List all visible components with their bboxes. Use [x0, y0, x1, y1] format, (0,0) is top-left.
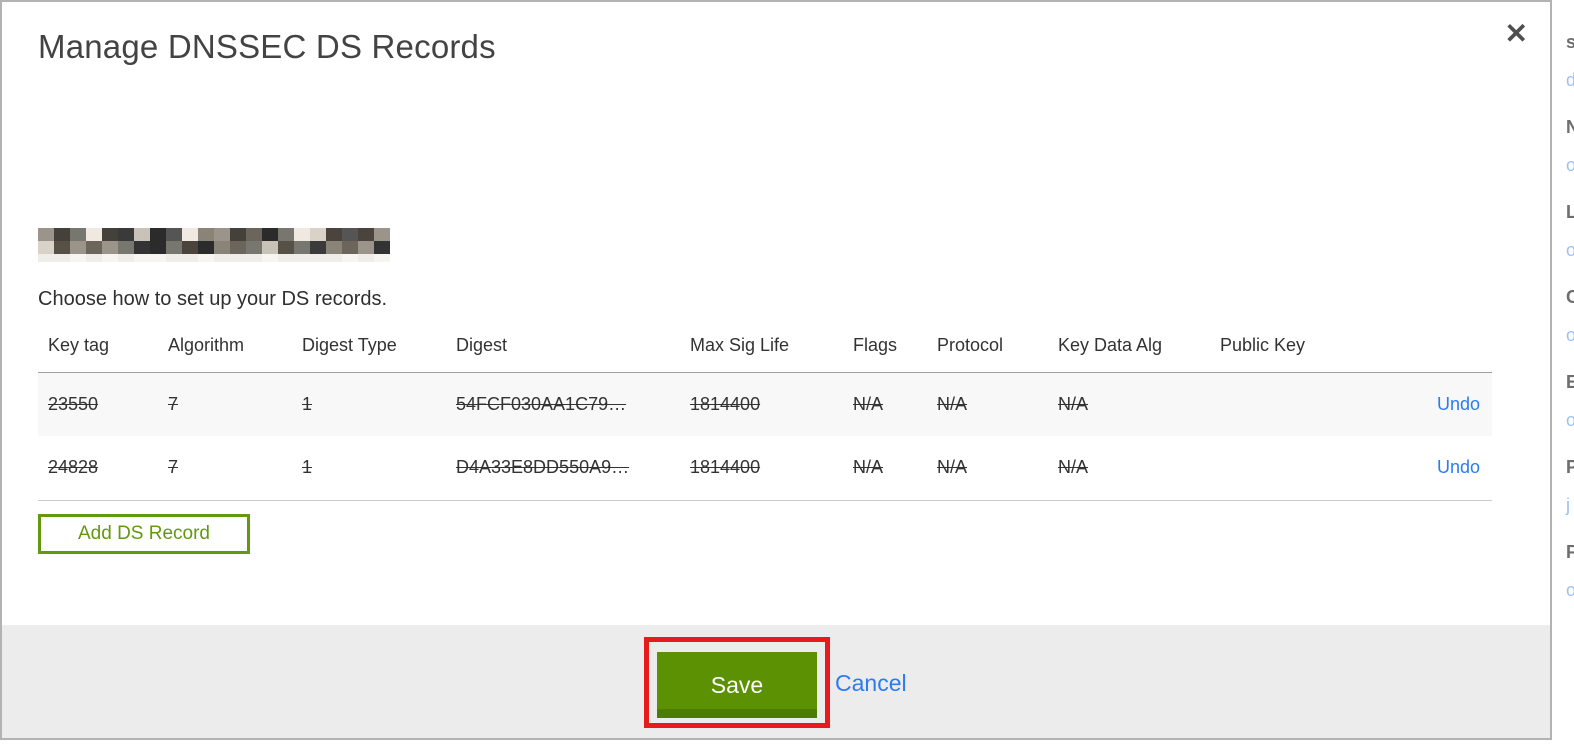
cell-max-sig-life: 1814400: [690, 393, 761, 414]
table-row: 24828 7 1 D4A33E8DD550A9… 1814400 N/A N/…: [38, 436, 1492, 500]
cell-actions: Undo: [1400, 372, 1492, 436]
col-header-key-tag: Key tag: [48, 335, 110, 356]
modal-footer: Save Cancel: [2, 625, 1550, 738]
cell-digest-type: 1: [302, 457, 313, 478]
cell-key-data-alg: N/A: [1058, 393, 1089, 414]
cell-actions: Undo: [1400, 436, 1492, 500]
close-icon[interactable]: ✕: [1505, 20, 1528, 48]
cell-public-key: [1210, 436, 1400, 500]
redacted-domain-name: [38, 228, 390, 262]
cell-key-tag: 23550: [48, 393, 99, 414]
col-header-public-key: Public Key: [1220, 335, 1306, 356]
col-header-digest-type: Digest Type: [302, 335, 397, 356]
col-header-actions: [1400, 326, 1492, 372]
cell-key-data-alg: N/A: [1058, 457, 1089, 478]
cell-flags: N/A: [853, 393, 884, 414]
add-ds-record-button[interactable]: Add DS Record: [38, 514, 250, 554]
red-highlight-annotation: Save: [644, 637, 830, 728]
cell-algorithm: 7: [168, 393, 179, 414]
ds-records-table: Key tag Algorithm Digest Type Digest Max…: [38, 326, 1492, 501]
save-button[interactable]: Save: [657, 652, 817, 718]
intro-text: Choose how to set up your DS records.: [38, 288, 388, 310]
table-row: 23550 7 1 54FCF030AA1C79… 1814400 N/A N/…: [38, 372, 1492, 436]
modal-title: Manage DNSSEC DS Records: [38, 28, 496, 65]
manage-dnssec-modal: Manage DNSSEC DS Records ✕ Choose how to…: [0, 0, 1552, 740]
background-page-edge: sdNoLoCoEoPjFo: [1554, 0, 1574, 746]
ds-records-table-wrap: Key tag Algorithm Digest Type Digest Max…: [38, 326, 1492, 501]
cell-algorithm: 7: [168, 457, 179, 478]
undo-link[interactable]: Undo: [1437, 457, 1480, 477]
cell-flags: N/A: [853, 457, 884, 478]
col-header-max-sig-life: Max Sig Life: [690, 335, 790, 356]
col-header-digest: Digest: [456, 335, 508, 356]
screen: { "modal": { "title": "Manage DNSSEC DS …: [0, 0, 1574, 746]
col-header-algorithm: Algorithm: [168, 335, 245, 356]
col-header-flags: Flags: [853, 335, 898, 356]
cell-protocol: N/A: [937, 457, 968, 478]
col-header-key-data-alg: Key Data Alg: [1058, 335, 1163, 356]
cell-public-key: [1210, 372, 1400, 436]
cancel-link[interactable]: Cancel: [835, 670, 907, 697]
cell-digest: 54FCF030AA1C79…: [456, 393, 627, 414]
table-header-row: Key tag Algorithm Digest Type Digest Max…: [38, 326, 1492, 372]
cell-protocol: N/A: [937, 393, 968, 414]
undo-link[interactable]: Undo: [1437, 394, 1480, 414]
cell-max-sig-life: 1814400: [690, 457, 761, 478]
cell-key-tag: 24828: [48, 457, 99, 478]
cell-digest-type: 1: [302, 393, 313, 414]
cell-digest: D4A33E8DD550A9…: [456, 457, 630, 478]
col-header-protocol: Protocol: [937, 335, 1004, 356]
